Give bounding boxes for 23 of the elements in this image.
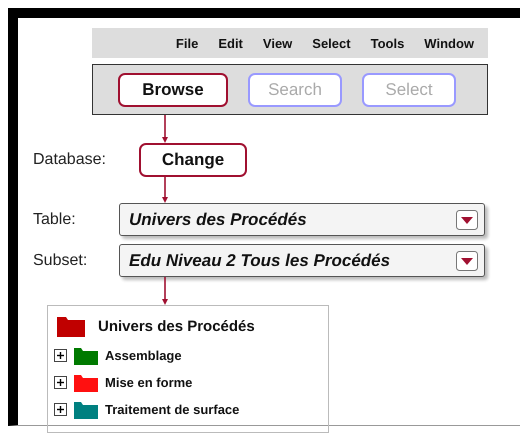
menu-item[interactable]: Edit: [218, 36, 243, 50]
expand-icon[interactable]: [54, 403, 67, 416]
change-button[interactable]: Change: [139, 143, 247, 177]
connector-arrow: [161, 277, 169, 305]
connector-arrow: [161, 115, 169, 143]
tree-node-label[interactable]: Univers des Procédés: [98, 318, 255, 334]
expand-icon[interactable]: [54, 349, 67, 362]
field-label: Subset:: [33, 252, 88, 270]
database-label: Database:: [33, 151, 107, 169]
expand-icon[interactable]: [54, 376, 67, 389]
menu-item[interactable]: Select: [312, 36, 351, 50]
toolbar-button[interactable]: Browse: [118, 72, 228, 106]
dropdown[interactable]: Edu Niveau 2 Tous les Procédés: [119, 244, 485, 277]
menu-item[interactable]: Tools: [370, 36, 404, 50]
connector-arrow: [161, 177, 169, 203]
menu-item[interactable]: View: [262, 36, 292, 50]
dropdown[interactable]: Univers des Procédés: [119, 203, 485, 236]
tree-node-label[interactable]: Mise en forme: [105, 375, 192, 390]
menu-item[interactable]: Window: [424, 36, 474, 50]
tree-node-label[interactable]: Traitement de surface: [105, 402, 240, 417]
menu-item[interactable]: File: [176, 36, 198, 50]
field-label: Table:: [33, 210, 77, 228]
tree-node-label[interactable]: Assemblage: [105, 348, 182, 363]
